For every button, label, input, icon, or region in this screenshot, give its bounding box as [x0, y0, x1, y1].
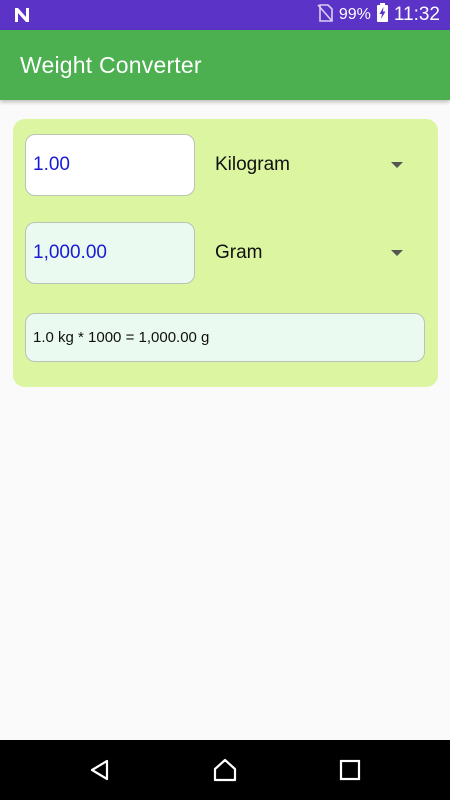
clock: 11:32 — [393, 4, 440, 25]
battery-percent: 99% — [338, 6, 371, 23]
status-bar: 99% 11:32 — [0, 0, 450, 30]
converter-card: 1.00 Kilogram 1,000.00 Gram 1.0 kg * 100… — [13, 119, 438, 387]
from-value-input[interactable]: 1.00 — [25, 134, 195, 196]
recents-icon — [339, 759, 361, 781]
back-icon — [90, 759, 109, 781]
app-bar: Weight Converter — [0, 30, 450, 100]
navigation-bar — [0, 740, 450, 800]
dropdown-arrow-icon — [391, 162, 403, 168]
home-icon — [213, 758, 237, 782]
to-unit-label: Gram — [215, 242, 263, 263]
home-button[interactable] — [210, 755, 240, 785]
battery-charging-icon — [376, 3, 388, 27]
status-indicators: 99% 11:32 — [317, 0, 440, 30]
back-button[interactable] — [85, 755, 115, 785]
from-unit-dropdown[interactable]: Kilogram — [215, 134, 415, 196]
from-unit-label: Kilogram — [215, 154, 290, 175]
formula-display: 1.0 kg * 1000 = 1,000.00 g — [25, 313, 425, 362]
to-unit-dropdown[interactable]: Gram — [215, 222, 415, 284]
app-title: Weight Converter — [20, 52, 202, 78]
recents-button[interactable] — [335, 755, 365, 785]
dropdown-arrow-icon — [391, 250, 403, 256]
to-value-field[interactable]: 1,000.00 — [25, 222, 195, 284]
no-sim-icon — [317, 3, 333, 27]
n-notification-icon — [12, 5, 32, 25]
